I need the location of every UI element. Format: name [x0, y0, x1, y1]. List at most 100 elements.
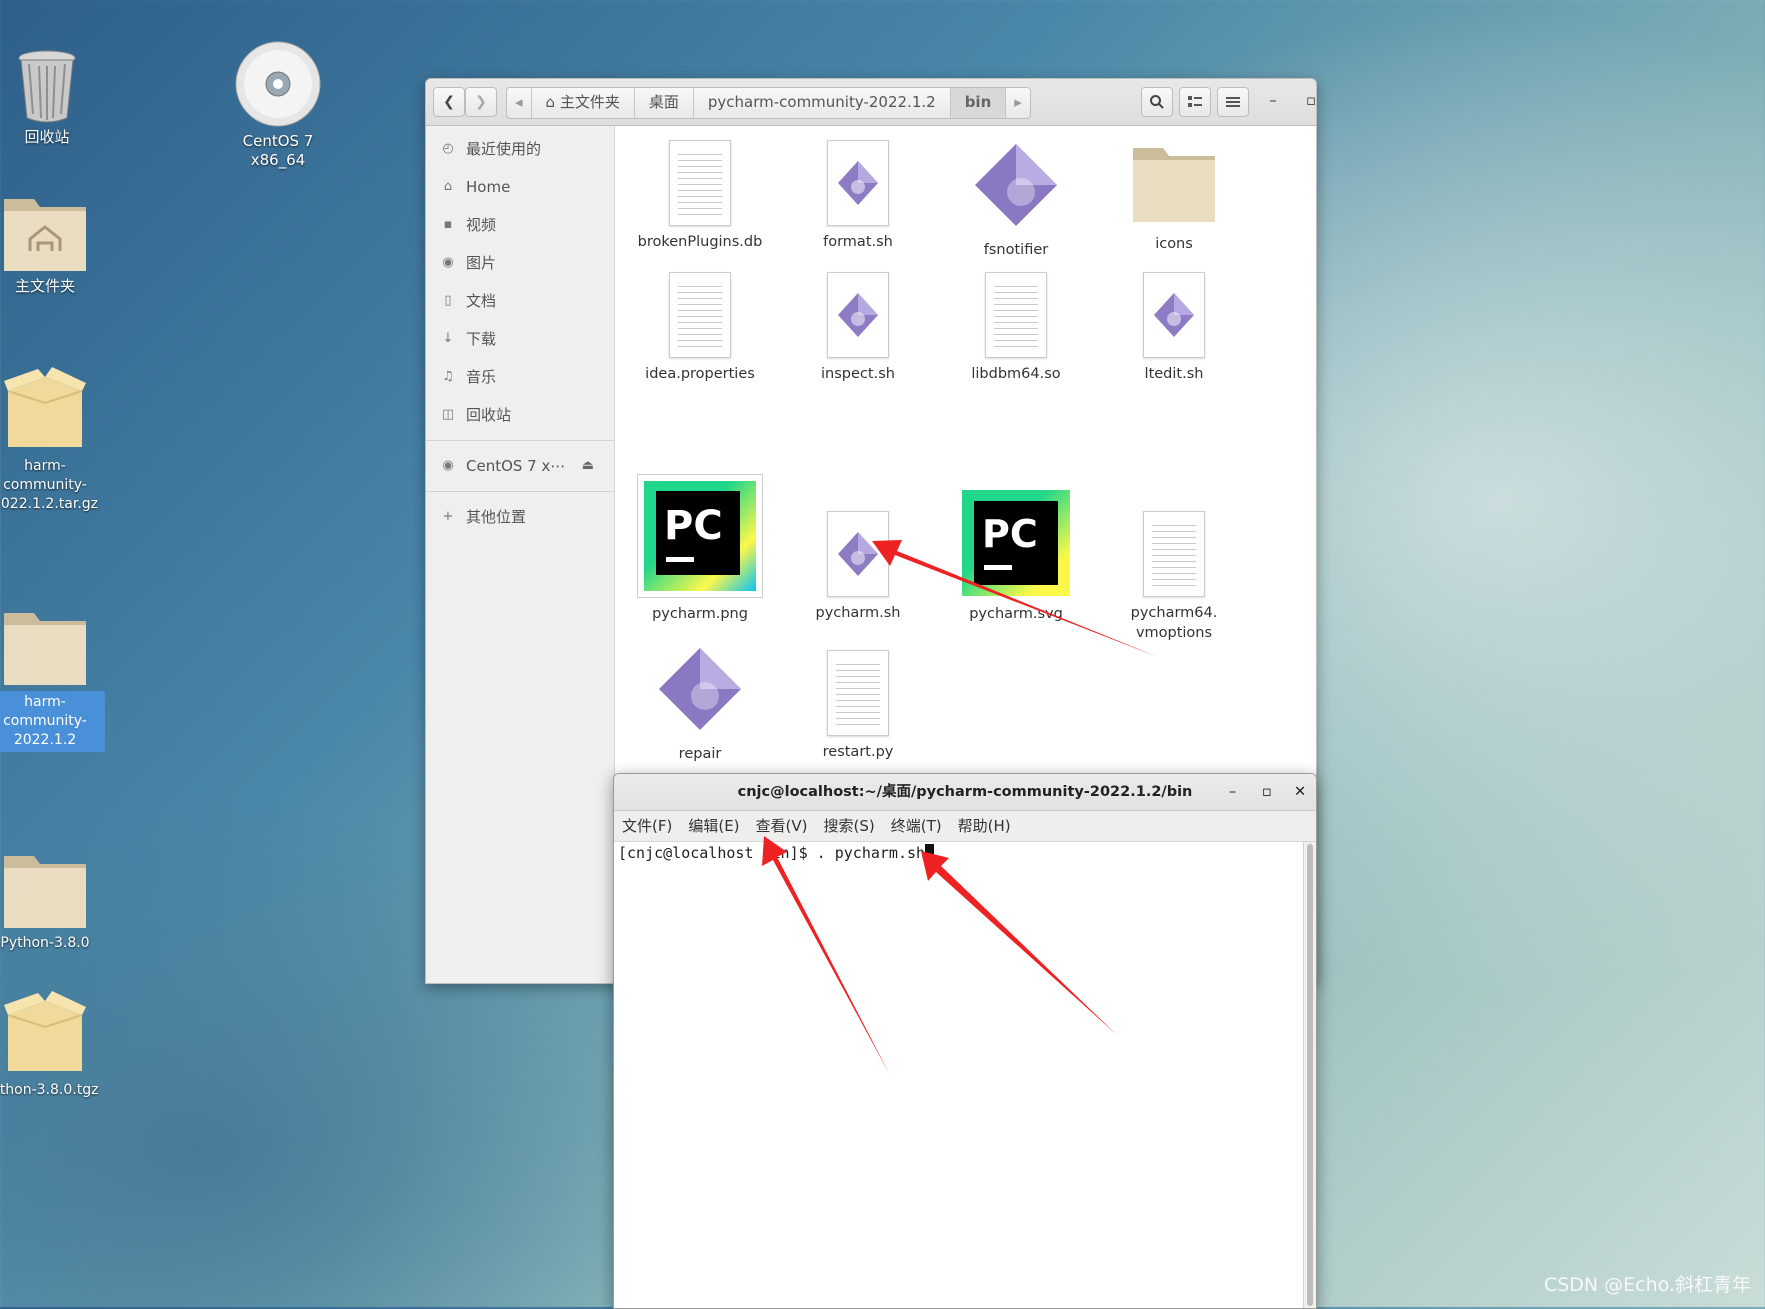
file-item[interactable]: ltedit.sh: [1099, 272, 1249, 384]
terminal-menubar: 文件(F) 编辑(E) 查看(V) 搜索(S) 终端(T) 帮助(H): [614, 811, 1316, 842]
terminal-titlebar: cnjc@localhost:~/桌面/pycharm-community-20…: [614, 774, 1316, 811]
menu-button[interactable]: [1217, 87, 1249, 117]
sidebar-item-label: 回收站: [466, 406, 512, 424]
desktop-icon-label: ython-3.8.0.tgz: [0, 1082, 99, 1098]
desktop-icon-python-folder[interactable]: Python-3.8.0: [0, 850, 105, 953]
search-button[interactable]: [1141, 87, 1173, 117]
menu-help[interactable]: 帮助(H): [958, 811, 1011, 841]
maximize-button[interactable]: ▫: [1262, 774, 1272, 810]
menu-search[interactable]: 搜索(S): [824, 811, 875, 841]
folder-icon: [1133, 148, 1215, 222]
sidebar-item-pictures[interactable]: ◉ 图片: [426, 244, 614, 282]
svg-text:PC: PC: [982, 512, 1038, 556]
sidebar-item-documents[interactable]: ▯ 文档: [426, 282, 614, 320]
folder-icon: [4, 613, 86, 685]
sidebar-item-videos[interactable]: ▪ 视频: [426, 206, 614, 244]
file-label: ltedit.sh: [1144, 366, 1204, 382]
disc-icon: ◉: [442, 458, 454, 473]
sidebar-item-label: Home: [466, 178, 511, 196]
desktop-icon-label: harm-community-2022.1.2: [0, 691, 105, 752]
file-item[interactable]: pycharm.sh: [783, 511, 933, 623]
sidebar-item-recent[interactable]: ◴ 最近使用的: [426, 130, 614, 168]
sidebar-item-label: 文档: [466, 292, 497, 310]
sidebar-item-home[interactable]: ⌂ Home: [426, 168, 614, 206]
file-item[interactable]: pycharm64. vmoptions: [1099, 511, 1249, 643]
sidebar-item-trash[interactable]: ◫ 回收站: [426, 396, 614, 434]
menu-view[interactable]: 查看(V): [756, 811, 808, 841]
folder-icon: [4, 856, 86, 928]
breadcrumb-pycharm[interactable]: pycharm-community-2022.1.2: [694, 88, 951, 118]
file-label: pycharm.sh: [815, 605, 901, 621]
file-item[interactable]: PC pycharm.svg: [941, 490, 1091, 624]
home-icon: ⌂: [545, 93, 556, 111]
text-file-icon: [669, 272, 731, 358]
sidebar-item-other-locations[interactable]: + 其他位置: [426, 498, 614, 536]
desktop-icon-centos-disc[interactable]: CentOS 7 x86_64: [218, 40, 338, 170]
clock-icon: ◴: [442, 141, 454, 156]
close-button[interactable]: ✕: [1294, 774, 1306, 810]
sidebar-item-label: 下载: [466, 330, 497, 348]
chevron-left-icon: ❮: [443, 94, 455, 110]
forward-button[interactable]: ❯: [465, 87, 497, 117]
file-item[interactable]: PC pycharm.png: [625, 474, 775, 624]
desktop-icon-home-folder[interactable]: 主文件夹: [0, 193, 105, 296]
breadcrumb-label: 主文件夹: [559, 93, 620, 111]
minimize-button[interactable]: –: [1262, 91, 1284, 109]
disc-icon: [235, 41, 321, 127]
file-label: pycharm.svg: [969, 606, 1063, 622]
desktop-icon-label: Python-3.8.0: [0, 935, 90, 951]
hamburger-icon: [1226, 97, 1240, 107]
pycharm-logo-icon: PC: [982, 512, 1038, 570]
back-button[interactable]: ❮: [433, 87, 465, 117]
desktop-icon-python-tgz[interactable]: ython-3.8.0.tgz: [0, 987, 105, 1100]
terminal-scrollbar[interactable]: [1303, 842, 1316, 1308]
file-item[interactable]: restart.py: [783, 650, 933, 762]
home-icon: ⌂: [443, 179, 453, 194]
chevron-right-icon: ❯: [475, 94, 487, 110]
sidebar-item-label: 音乐: [466, 368, 497, 386]
breadcrumb-desktop[interactable]: 桌面: [635, 88, 694, 118]
text-file-icon: [669, 140, 731, 226]
sidebar-item-label: 图片: [466, 254, 497, 272]
file-item[interactable]: repair: [625, 644, 775, 764]
script-file-icon: [827, 140, 889, 226]
sidebar-item-label: CentOS 7 x⋯: [466, 457, 566, 475]
eject-icon[interactable]: ⏏: [582, 447, 594, 485]
desktop-icon-pycharm-tarball[interactable]: harm-community-2022.1.2.tar.gz: [0, 363, 105, 514]
file-item[interactable]: inspect.sh: [783, 272, 933, 384]
trash-icon: [18, 50, 76, 123]
pycharm-image-icon: PC: [962, 490, 1070, 596]
text-file-icon: [827, 650, 889, 736]
view-toggle-button[interactable]: [1179, 87, 1211, 117]
sidebar-item-label: 视频: [466, 216, 497, 234]
menu-file[interactable]: 文件(F): [622, 811, 672, 841]
archive-icon: [4, 991, 86, 1071]
desktop-icon-trash[interactable]: 回收站: [0, 48, 107, 147]
file-label: icons: [1155, 236, 1193, 252]
breadcrumb-right-arrow[interactable]: ▸: [1006, 88, 1030, 118]
desktop-icon-pycharm-folder[interactable]: harm-community-2022.1.2: [0, 607, 105, 752]
minimize-button[interactable]: –: [1229, 774, 1236, 810]
file-label: pycharm.png: [652, 606, 748, 622]
file-item[interactable]: idea.properties: [625, 272, 775, 384]
breadcrumb-home[interactable]: ⌂ 主文件夹: [532, 88, 635, 118]
file-item[interactable]: format.sh: [783, 140, 933, 252]
menu-terminal[interactable]: 终端(T): [891, 811, 942, 841]
home-folder-icon: [4, 199, 86, 271]
sidebar-item-label: 其他位置: [466, 508, 527, 526]
file-item[interactable]: fsnotifier: [941, 140, 1091, 260]
breadcrumb-left-arrow[interactable]: ◂: [507, 88, 532, 118]
file-item[interactable]: brokenPlugins.db: [625, 140, 775, 252]
menu-edit[interactable]: 编辑(E): [688, 811, 739, 841]
sidebar-item-downloads[interactable]: ↓ 下载: [426, 320, 614, 358]
maximize-button[interactable]: ▫: [1300, 91, 1316, 109]
file-item[interactable]: icons: [1099, 140, 1249, 254]
file-item[interactable]: libdbm64.so: [941, 272, 1091, 384]
camera-icon: ◉: [442, 255, 454, 270]
breadcrumb-bin[interactable]: bin: [950, 88, 1007, 118]
sidebar-item-device[interactable]: ◉ CentOS 7 x⋯ ⏏: [426, 447, 614, 485]
sidebar-item-music[interactable]: ♫ 音乐: [426, 358, 614, 396]
plus-icon: +: [442, 509, 454, 524]
document-icon: ▯: [444, 293, 452, 308]
terminal-output[interactable]: [cnjc@localhost bin]$ . pycharm.sh: [614, 842, 1304, 1308]
